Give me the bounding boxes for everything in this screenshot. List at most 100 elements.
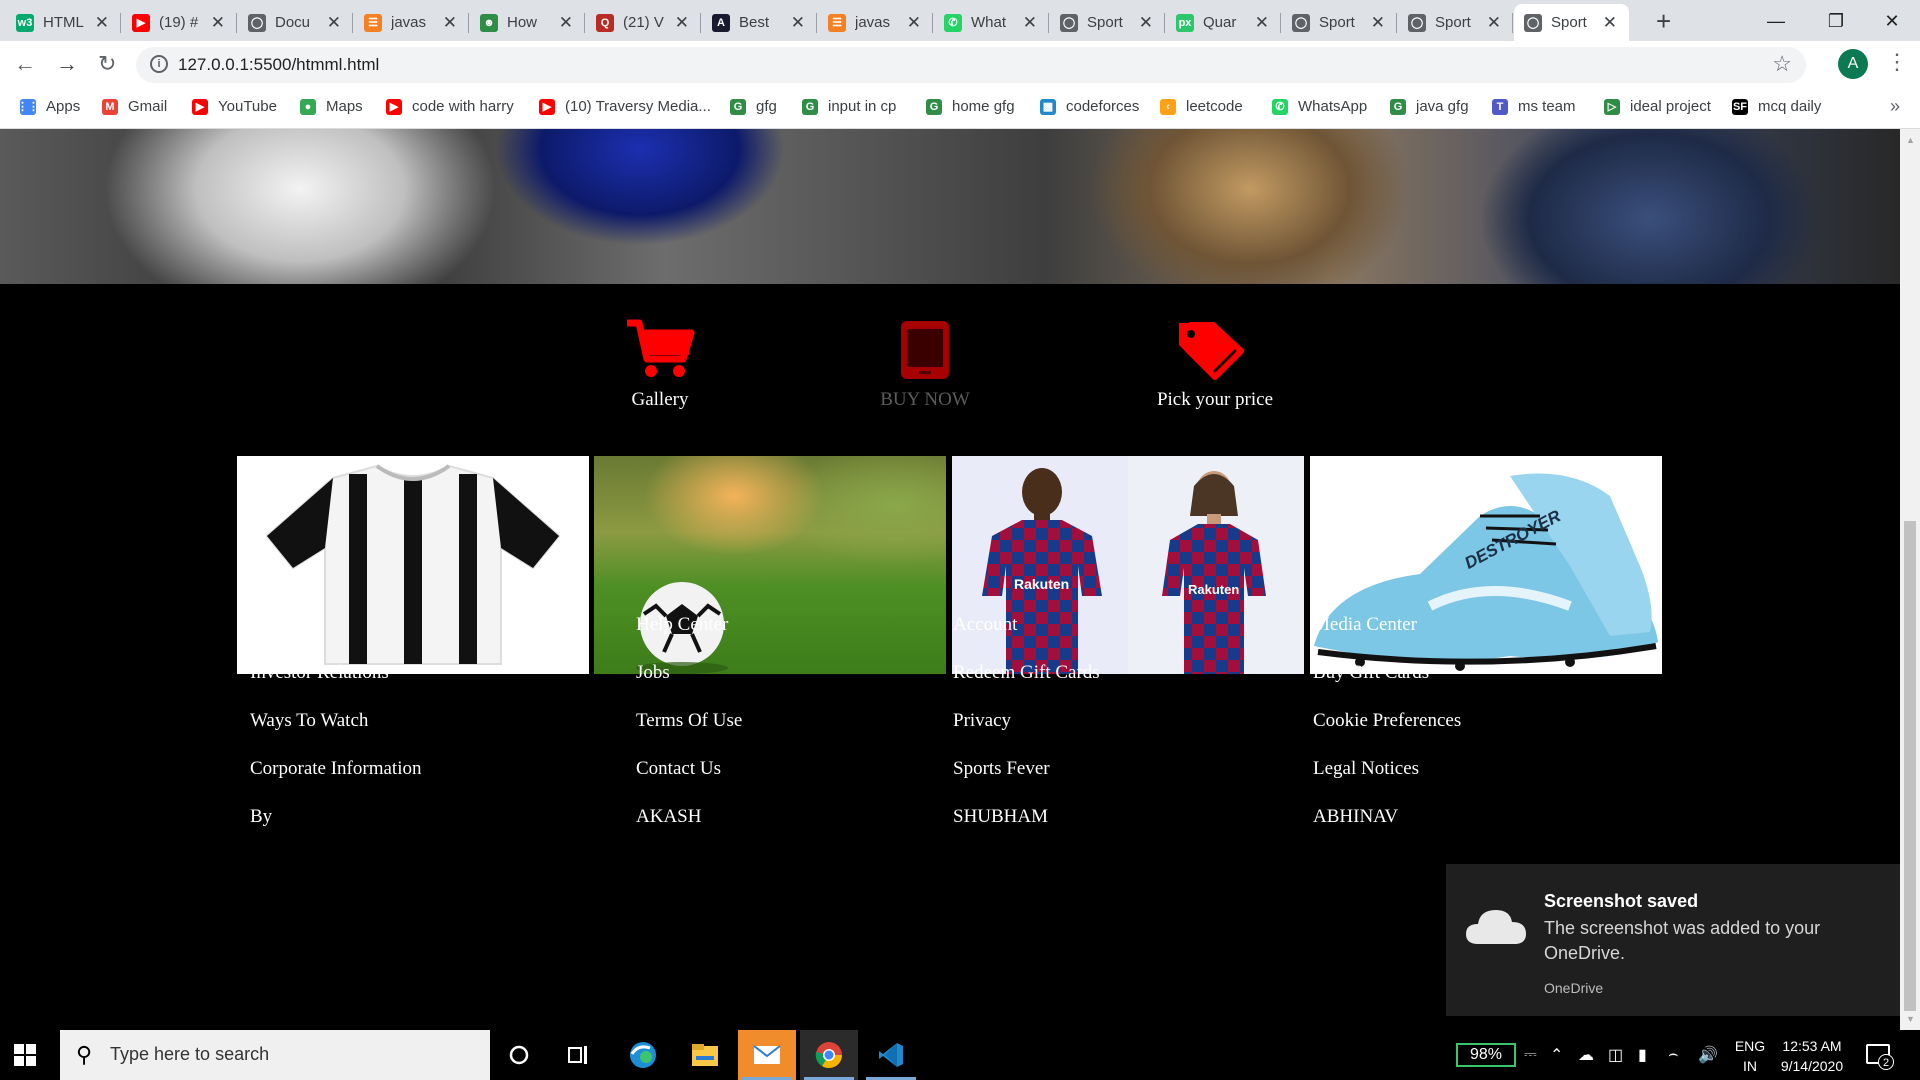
close-tab-icon[interactable]: ✕ (1139, 13, 1153, 33)
url-text[interactable]: 127.0.0.1:5500/htmml.html (178, 55, 379, 75)
battery-indicator[interactable]: 98% (1456, 1043, 1516, 1067)
scroll-down-icon[interactable]: ▼ (1906, 1014, 1915, 1024)
browser-tab[interactable]: ▶ (19) # ✕ (122, 4, 237, 41)
page-scrollbar[interactable]: ▲ ▼ (1900, 129, 1920, 1030)
close-tab-icon[interactable]: ✕ (443, 13, 457, 33)
footer-link[interactable]: Privacy (953, 710, 1011, 732)
action-center-icon[interactable]: 2 (1866, 1044, 1894, 1070)
browser-tab[interactable]: ◯ Sport ✕ (1514, 4, 1629, 41)
bookmark-item[interactable]: Ggfg (730, 98, 777, 115)
windows-start-icon[interactable] (14, 1044, 36, 1066)
browser-tab[interactable]: ☰ javas ✕ (354, 4, 469, 41)
footer-link[interactable]: SHUBHAM (953, 806, 1048, 828)
bookmark-item[interactable]: ▶ (10) Traversy Media... (539, 98, 711, 115)
browser-tab[interactable]: ☻ How ✕ (470, 4, 585, 41)
bookmark-item[interactable]: ⋮⋮ Apps (17, 98, 80, 115)
close-tab-icon[interactable]: ✕ (211, 13, 225, 33)
bookmark-item[interactable]: ▷ ideal project (1604, 98, 1711, 115)
footer-link[interactable]: Terms Of Use (636, 710, 742, 732)
soccer-ball-image[interactable] (594, 456, 946, 674)
striped-jersey-image[interactable] (237, 456, 589, 674)
file-explorer-icon[interactable] (676, 1030, 734, 1080)
footer-link[interactable]: Ways To Watch (250, 710, 368, 732)
close-tab-icon[interactable]: ✕ (1487, 13, 1501, 33)
footer-link[interactable]: Legal Notices (1313, 758, 1419, 780)
footer-link[interactable]: Investor Relations (250, 662, 389, 684)
close-tab-icon[interactable]: ✕ (1371, 13, 1385, 33)
wifi-icon[interactable]: ⌢ (1668, 1030, 1679, 1080)
footer-link[interactable]: Redeem Gift Cards (953, 662, 1100, 684)
power-plug-icon[interactable]: ⎓ (1524, 1030, 1537, 1080)
bookmark-item[interactable]: ✆ WhatsApp (1272, 98, 1367, 115)
bookmark-item[interactable]: Ghome gfg (926, 98, 1015, 115)
reload-icon[interactable]: ↻ (98, 51, 116, 77)
footer-link[interactable]: Jobs (636, 662, 670, 684)
browser-tab[interactable]: px Quar ✕ (1166, 4, 1281, 41)
bookmark-item[interactable]: Tms team (1492, 98, 1576, 115)
bookmark-item[interactable]: Gjava gfg (1390, 98, 1469, 115)
close-tab-icon[interactable]: ✕ (675, 13, 689, 33)
close-tab-icon[interactable]: ✕ (95, 13, 109, 33)
browser-tab[interactable]: ◯ Sport ✕ (1282, 4, 1397, 41)
minimize-button[interactable]: — (1756, 6, 1796, 36)
scroll-up-icon[interactable]: ▲ (1906, 135, 1915, 145)
browser-tab[interactable]: ◯ Sport ✕ (1050, 4, 1165, 41)
bookmark-item[interactable]: ● Maps (300, 98, 363, 115)
footer-link[interactable]: Help Center (636, 614, 728, 636)
feature-gallery[interactable]: Gallery (560, 319, 760, 411)
browser-tab[interactable]: ☰ javas ✕ (818, 4, 933, 41)
close-tab-icon[interactable]: ✕ (907, 13, 921, 33)
footer-link[interactable]: Account (953, 614, 1017, 636)
feature-buy-now[interactable]: BUY NOW (825, 319, 1025, 411)
onedrive-tray-icon[interactable]: ☁ (1578, 1030, 1594, 1080)
close-tab-icon[interactable]: ✕ (559, 13, 573, 33)
footer-link[interactable]: By (250, 806, 272, 828)
vscode-icon[interactable] (862, 1030, 920, 1080)
system-clock[interactable]: 12:53 AM 9/14/2020 (1772, 1036, 1852, 1076)
bookmark-item[interactable]: ▶ YouTube (192, 98, 277, 115)
browser-tab[interactable]: ◯ Docu ✕ (238, 4, 353, 41)
close-tab-icon[interactable]: ✕ (1255, 13, 1269, 33)
close-tab-icon[interactable]: ✕ (327, 13, 341, 33)
browser-tab[interactable]: ◯ Sport ✕ (1398, 4, 1513, 41)
bookmark-item[interactable]: ‹ leetcode (1160, 98, 1243, 115)
browser-tab[interactable]: A Best ✕ (702, 4, 817, 41)
footer-link[interactable]: AKASH (636, 806, 701, 828)
cortana-icon[interactable] (490, 1030, 548, 1080)
barcelona-kit-image[interactable]: Rakuten Rakuten (952, 456, 1304, 674)
footer-link[interactable]: Sports Fever (953, 758, 1050, 780)
forward-arrow-icon[interactable]: → (56, 51, 78, 77)
new-tab-button[interactable]: + (1656, 6, 1671, 37)
mail-app-icon[interactable] (738, 1030, 796, 1080)
language-indicator[interactable]: ENG IN (1730, 1036, 1770, 1076)
taskbar-search-box[interactable]: ⚲ Type here to search (60, 1030, 490, 1080)
bookmark-item[interactable]: ▩ codeforces (1040, 98, 1139, 115)
footer-link[interactable]: Buy Gift Cards (1313, 662, 1429, 684)
menu-kebab-icon[interactable]: ⋮ (1886, 49, 1908, 75)
feature-pick-price[interactable]: Pick your price (1115, 319, 1315, 411)
onedrive-toast[interactable]: Screenshot saved The screenshot was adde… (1446, 864, 1900, 1016)
close-window-button[interactable]: ✕ (1872, 6, 1912, 36)
footer-link[interactable]: Cookie Preferences (1313, 710, 1461, 732)
back-arrow-icon[interactable]: ← (14, 51, 36, 77)
bookmark-item[interactable]: Ginput in cp (802, 98, 896, 115)
footer-link[interactable]: FAQ (250, 614, 287, 636)
bookmark-item[interactable]: M Gmail (102, 98, 167, 115)
browser-tab[interactable]: w3 HTML ✕ (6, 4, 121, 41)
scrollbar-thumb[interactable] (1904, 521, 1916, 1011)
edge-browser-icon[interactable] (614, 1030, 672, 1080)
site-info-icon[interactable]: i (150, 55, 168, 73)
task-view-icon[interactable] (550, 1030, 608, 1080)
close-tab-icon[interactable]: ✕ (1603, 13, 1617, 33)
bookmark-star-icon[interactable]: ☆ (1772, 51, 1792, 77)
chrome-icon[interactable] (800, 1030, 858, 1080)
blue-boots-image[interactable]: DESTROYER (1310, 456, 1662, 674)
battery-tray-icon[interactable]: ▮ (1638, 1030, 1647, 1080)
show-hidden-icons-icon[interactable]: ⌃ (1550, 1030, 1563, 1080)
browser-tab[interactable]: Q (21) V ✕ (586, 4, 701, 41)
browser-tab[interactable]: ✆ What ✕ (934, 4, 1049, 41)
defender-tray-icon[interactable]: ◫ (1608, 1030, 1623, 1080)
footer-link[interactable]: ABHINAV (1313, 806, 1398, 828)
bookmark-item[interactable]: SF mcq daily (1732, 98, 1821, 115)
address-bar[interactable]: i 127.0.0.1:5500/htmml.html ☆ (136, 47, 1806, 83)
